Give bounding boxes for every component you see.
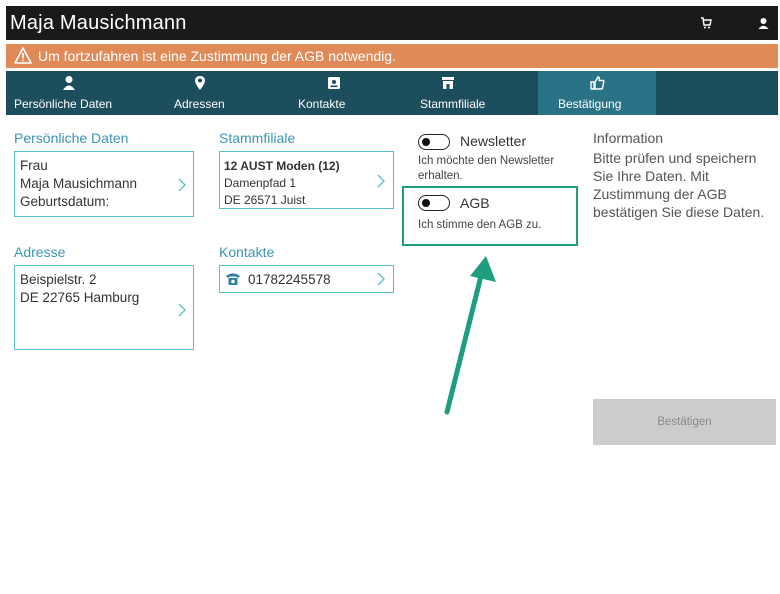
tab-confirmation[interactable]: Bestätigung (538, 71, 656, 115)
location-pin-icon (192, 75, 208, 91)
thumbs-up-icon (589, 75, 605, 91)
chevron-right-icon (177, 178, 187, 192)
information-heading: Information (593, 130, 664, 146)
chevron-right-icon (376, 272, 386, 286)
tab-contacts-label: Kontakte (298, 97, 346, 111)
chevron-right-icon (177, 303, 187, 317)
tab-personal-data-label: Persönliche Daten (14, 97, 113, 111)
tab-confirmation-label: Bestätigung (558, 97, 622, 111)
toggle-knob (422, 198, 430, 207)
home-store-card[interactable]: 12 AUST Moden (12) Damenpfad 1 DE 26571 … (219, 151, 394, 209)
agb-warning-bar: Um fortzufahren ist eine Zustimmung der … (6, 44, 778, 68)
tab-home-store[interactable]: Stammfiliale (412, 71, 538, 115)
address-street: Beispielstr. 2 (20, 272, 97, 287)
newsletter-label: Newsletter (460, 133, 527, 149)
address-heading: Adresse (14, 244, 66, 260)
warning-text: Um fortzufahren ist eine Zustimmung der … (38, 48, 396, 64)
tab-addresses-label: Adressen (174, 97, 225, 111)
contacts-heading: Kontakte (219, 244, 275, 260)
chevron-right-icon (376, 174, 386, 188)
title-bar: Maja Mausichmann (6, 6, 778, 40)
tab-home-store-label: Stammfiliale (420, 97, 486, 111)
person-icon (61, 75, 77, 91)
confirm-button[interactable]: Bestätigen (593, 399, 776, 445)
tab-contacts[interactable]: Kontakte (286, 71, 412, 115)
contact-card-icon (326, 75, 342, 91)
nav-bar: Persönliche Daten Adressen Kontakte Stam… (6, 71, 778, 115)
toggle-knob (422, 137, 430, 146)
newsletter-description: Ich möchte den Newsletter erhalten. (418, 155, 555, 182)
contacts-card[interactable]: 01782245578 (219, 265, 394, 293)
agb-description: Ich stimme den AGB zu. (418, 219, 542, 231)
warning-icon (14, 47, 32, 64)
annotation-arrow (444, 256, 496, 415)
agb-label: AGB (460, 195, 490, 211)
user-icon[interactable] (755, 15, 771, 31)
cart-icon[interactable] (698, 15, 714, 31)
customer-name: Maja Mausichmann (20, 176, 138, 191)
information-text: Bitte prüfen und speichern Sie Ihre Date… (593, 150, 765, 220)
personal-data-card[interactable]: Frau Maja Mausichmann Geburtsdatum: (14, 151, 194, 217)
tab-addresses[interactable]: Adressen (166, 71, 286, 115)
home-store-heading: Stammfiliale (219, 130, 296, 146)
store-street: Damenpfad 1 (224, 176, 297, 190)
address-city: DE 22765 Hamburg (20, 290, 140, 305)
newsletter-toggle[interactable] (418, 134, 450, 150)
birthdate-label: Geburtsdatum: (20, 194, 110, 209)
phone-number: 01782245578 (248, 272, 331, 287)
personal-data-heading: Persönliche Daten (14, 130, 129, 146)
store-name: 12 AUST Moden (12) (224, 159, 340, 173)
store-city: DE 26571 Juist (224, 193, 306, 207)
store-icon (440, 75, 456, 91)
address-card[interactable]: Beispielstr. 2 DE 22765 Hamburg (14, 265, 194, 350)
phone-icon (225, 272, 241, 286)
salutation: Frau (20, 158, 48, 173)
tab-personal-data[interactable]: Persönliche Daten (6, 71, 166, 115)
agb-toggle[interactable] (418, 195, 450, 211)
customer-name-title: Maja Mausichmann (10, 12, 187, 34)
